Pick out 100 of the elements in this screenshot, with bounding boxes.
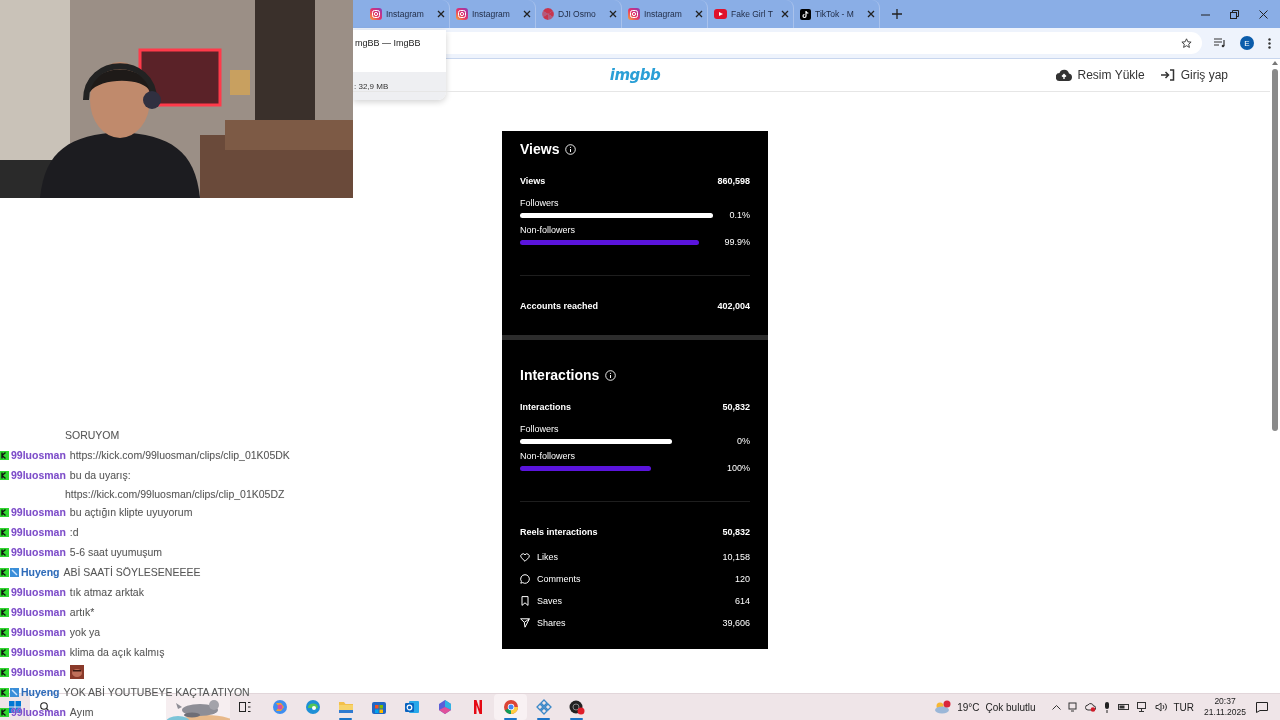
bar-label: Non-followers (520, 225, 577, 236)
kick-badge-icon (0, 687, 9, 697)
profile-avatar[interactable]: E (1240, 36, 1254, 50)
kick-badge-icon (0, 450, 9, 460)
chat-username[interactable]: 99luosman (11, 646, 66, 658)
kick-badge-icon (0, 607, 9, 617)
chat-message: klima da açık kalmış (69, 646, 165, 658)
task-view-icon[interactable] (239, 701, 251, 713)
chat-username[interactable]: 99luosman (11, 666, 66, 678)
chat-username[interactable]: Huyeng (21, 566, 60, 578)
kick-badge-icon (0, 507, 9, 517)
upload-link[interactable]: Resim Yükle (1055, 67, 1145, 82)
speech-bubble-icon (520, 574, 530, 584)
percent-value: 100% (726, 463, 750, 474)
stat-label: Interactions (520, 402, 571, 412)
scroll-up-icon[interactable] (1272, 61, 1278, 65)
verified-badge-icon (10, 687, 19, 697)
tab-close-icon[interactable] (695, 10, 703, 18)
camera-icon[interactable] (1067, 702, 1078, 712)
battery-icon[interactable] (1117, 703, 1130, 711)
cloud-upload-icon (1055, 68, 1072, 81)
info-icon[interactable] (605, 369, 617, 381)
record-app-icon (568, 699, 585, 715)
kick-badge-icon (0, 587, 9, 597)
tab-close-icon[interactable] (437, 10, 445, 18)
kick-badge-icon (0, 647, 9, 657)
chat-username[interactable]: Huyeng (21, 686, 60, 698)
chat-username[interactable]: 99luosman (11, 606, 66, 618)
clock-time[interactable]: 20:37 (1214, 696, 1236, 707)
chat-message: ABİ SAATİ SÖYLESENEEEE (63, 566, 201, 578)
bar-label: Followers (520, 424, 560, 435)
media-control-icon[interactable] (1214, 38, 1226, 48)
pinwheel-icon (542, 8, 554, 20)
chat-username[interactable]: 99luosman (11, 706, 66, 718)
instagram-icon (370, 8, 382, 20)
chat-username[interactable]: 99luosman (11, 449, 66, 461)
chat-message: artık* (69, 606, 95, 618)
input-language[interactable]: TUR (1173, 701, 1195, 713)
metric-label: Saves (537, 596, 563, 606)
weather-icon[interactable] (933, 700, 952, 714)
metric-value: 10,158 (722, 552, 750, 562)
folder-icon (337, 699, 354, 715)
heart-icon (520, 552, 530, 562)
kick-badge-icon (0, 547, 9, 557)
chat-username[interactable]: 99luosman (11, 626, 66, 638)
cloud-icon[interactable] (1084, 702, 1096, 712)
gears-icon (535, 699, 552, 715)
metric-value: 39,606 (722, 618, 750, 628)
chat-message: yok ya (69, 626, 101, 638)
imgbb-logo[interactable]: imgbb (609, 65, 661, 84)
preview-title: mgBB — ImgBB (354, 37, 422, 50)
percent-value: 99.9% (724, 237, 750, 248)
chat-username[interactable]: 99luosman (11, 506, 66, 518)
chat-username[interactable]: 99luosman (11, 546, 66, 558)
new-tab-icon[interactable] (892, 9, 902, 19)
chat-message: 5-6 saat uyumuşum (69, 546, 163, 558)
tab-close-icon[interactable] (781, 10, 789, 18)
login-link[interactable]: Giriş yap (1160, 67, 1228, 82)
temperature: 19°C (957, 701, 980, 713)
scrollbar-thumb[interactable] (1272, 69, 1278, 431)
bar-label: Non-followers (520, 451, 577, 462)
stat-label: Reels interactions (520, 527, 598, 537)
section-title: Views (520, 141, 560, 157)
send-icon (520, 618, 530, 628)
microphone-icon[interactable] (1102, 701, 1111, 713)
copilot-icon (271, 699, 288, 715)
emote-icon (69, 665, 84, 679)
kick-badge-icon (0, 567, 9, 577)
tab-close-icon[interactable] (609, 10, 617, 18)
tab-close-icon[interactable] (523, 10, 531, 18)
memory-usage: : 32,9 MB (353, 72, 446, 100)
more-menu-icon[interactable] (1268, 37, 1271, 49)
chat-username[interactable]: 99luosman (11, 586, 66, 598)
restore-icon[interactable] (1230, 9, 1239, 19)
chat-message: bu da uyarış: (69, 469, 131, 481)
store-icon (370, 699, 387, 715)
kick-badge-icon (0, 527, 9, 537)
chevron-up-icon[interactable] (1051, 704, 1061, 710)
clock-date[interactable]: 21.11.2025 (1204, 707, 1246, 718)
close-icon[interactable] (1259, 9, 1268, 19)
bar-label: Followers (520, 198, 560, 209)
chat-username[interactable]: 99luosman (11, 469, 66, 481)
notification-icon[interactable] (1256, 701, 1268, 713)
chat-username[interactable]: 99luosman (11, 526, 66, 538)
metric-value: 614 (734, 596, 750, 606)
weather-condition: Çok bulutlu (985, 701, 1036, 713)
kick-badge-icon (0, 707, 9, 717)
sign-in-icon (1160, 68, 1175, 81)
info-icon[interactable] (565, 143, 577, 155)
mail-icon (403, 699, 420, 715)
instagram-icon (456, 8, 468, 20)
chat-message: https://kick.com/99luosman/clips/clip_01K05DZ (65, 487, 285, 500)
speaker-icon[interactable] (1154, 702, 1167, 712)
tab-close-icon[interactable] (867, 10, 875, 18)
stat-label: Accounts reached (520, 301, 599, 311)
percent-value: 0.1% (729, 210, 750, 221)
stat-label: Views (520, 176, 546, 186)
star-icon[interactable] (1181, 37, 1192, 49)
network-icon[interactable] (1136, 702, 1148, 712)
instagram-icon (628, 8, 640, 20)
